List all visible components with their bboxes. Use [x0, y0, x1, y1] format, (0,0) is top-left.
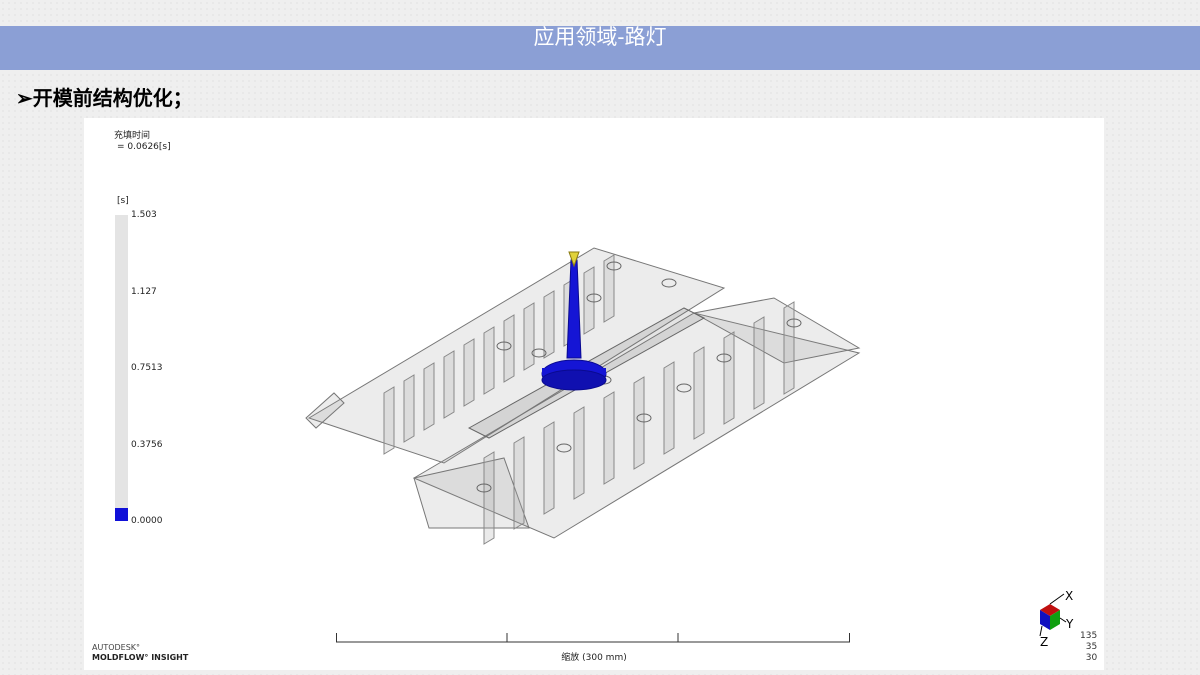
view-angle-readout: 135 35 30 — [1080, 631, 1097, 664]
axis-x-label: X — [1065, 589, 1073, 603]
part-model[interactable] — [84, 118, 1104, 670]
scale-ruler — [336, 633, 850, 643]
view-angle-1: 135 — [1080, 631, 1098, 641]
view-angle-3: 30 — [1085, 653, 1098, 663]
header-bar: 应用领域-路灯 — [0, 25, 1200, 70]
axis-y-label: Y — [1065, 617, 1074, 631]
section-heading: ➢开模前结构优化； — [16, 86, 193, 110]
view-angle-2: 35 — [1085, 642, 1098, 652]
axis-z-label: Z — [1040, 635, 1048, 648]
slide-title: 应用领域-路灯 — [533, 25, 667, 49]
moldflow-viewport[interactable]: 充填时间 = 0.0626[s] [s] 1.503 1.127 0.7513 … — [84, 118, 1104, 670]
scale-label: 缩放 (300 mm) — [561, 653, 627, 663]
